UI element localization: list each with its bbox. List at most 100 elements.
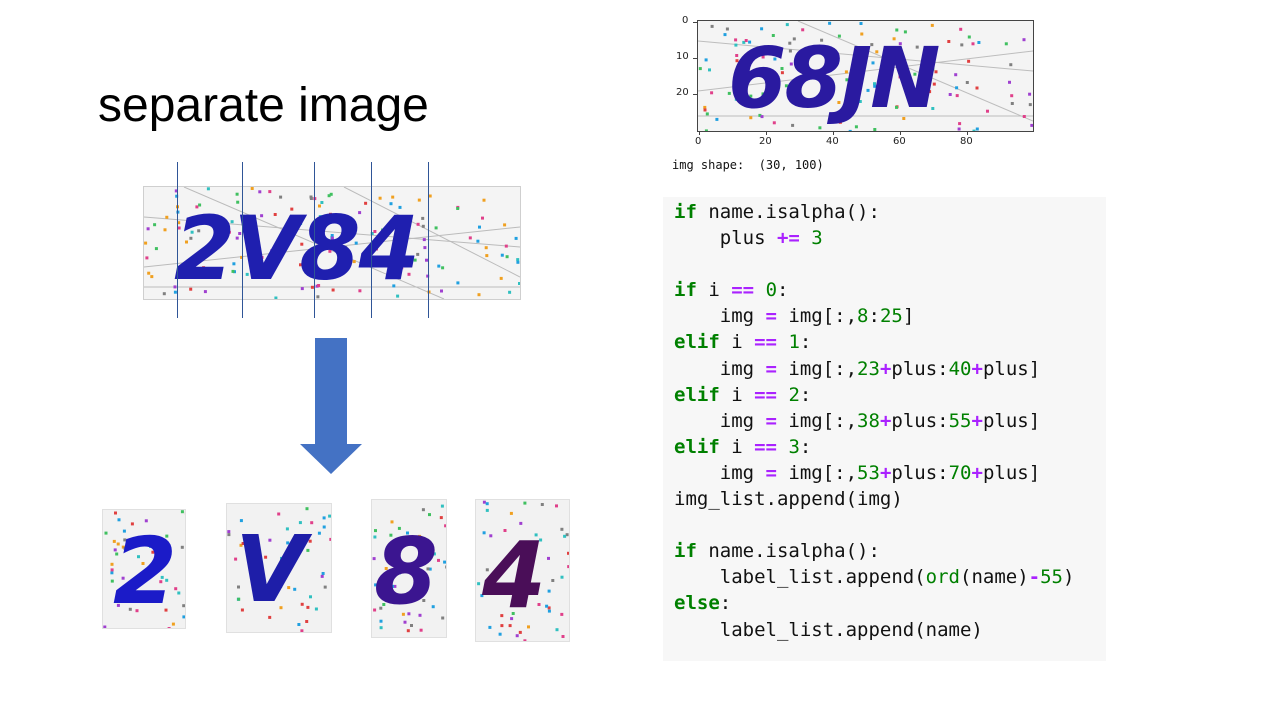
noise-dot (1008, 80, 1011, 84)
code-text: if name.isalpha(): plus += 3 if i == 0: … (674, 199, 1074, 643)
noise-dot (320, 574, 324, 578)
noise-dot (477, 582, 481, 586)
noise-dot (518, 630, 522, 634)
plot-captcha-text: 68JN (728, 29, 940, 127)
noise-dot (114, 511, 117, 515)
noise-dot (972, 129, 976, 131)
noise-dot (567, 565, 569, 569)
noise-dot (986, 109, 989, 113)
separator-line (242, 162, 243, 318)
noise-dot (421, 224, 425, 228)
noise-dot (421, 508, 425, 512)
noise-dot (329, 537, 331, 541)
noise-dot (182, 604, 185, 608)
noise-dot (235, 192, 239, 196)
noise-dot (710, 24, 714, 28)
x-tick-mark (699, 131, 700, 135)
noise-dot (227, 533, 231, 537)
noise-dot (182, 615, 185, 619)
image-plot: 68JN 0 10 20 0 20 40 60 80 (670, 10, 1050, 160)
x-tick-mark (833, 131, 834, 135)
noise-dot (310, 521, 314, 525)
noise-dot (555, 628, 559, 632)
piece-char: 8 (374, 518, 438, 625)
separator-line (314, 162, 315, 318)
noise-dot (145, 256, 149, 260)
noise-dot (485, 502, 489, 506)
code-line: img = img[:,23+plus:40+plus] (674, 357, 1041, 380)
y-tick-mark (693, 58, 697, 59)
noise-dot (484, 246, 488, 250)
noise-dot (555, 504, 558, 508)
noise-dot (428, 194, 432, 198)
noise-dot (162, 292, 166, 296)
code-block: if name.isalpha(): plus += 3 if i == 0: … (663, 197, 1106, 661)
noise-dot (103, 625, 107, 628)
x-tick-label: 40 (826, 136, 839, 147)
noise-dot (560, 527, 564, 531)
x-tick-label: 20 (759, 136, 772, 147)
noise-dot (975, 86, 979, 90)
captcha-image: 2V84 (143, 186, 521, 300)
noise-dot (477, 293, 481, 297)
separator-line (177, 162, 178, 318)
noise-dot (322, 516, 326, 520)
noise-dot (965, 81, 969, 84)
noise-dot (300, 629, 304, 632)
y-tick-label: 20 (676, 87, 689, 98)
noise-dot (437, 264, 441, 268)
x-tick-label: 80 (960, 136, 973, 147)
noise-dot (954, 73, 958, 77)
noise-dot (705, 112, 709, 116)
noise-dot (1004, 42, 1008, 46)
noise-dot (540, 503, 544, 506)
noise-dot (560, 575, 564, 579)
noise-dot (321, 572, 325, 575)
noise-dot (481, 216, 484, 220)
noise-dot (523, 639, 527, 641)
code-line: elif i == 2: (674, 383, 812, 406)
noise-dot (456, 207, 460, 210)
code-line: if name.isalpha(): (674, 201, 880, 223)
noise-dot (104, 531, 108, 535)
noise-dot (146, 227, 150, 231)
noise-dot (165, 215, 169, 219)
noise-dot (167, 627, 171, 628)
noise-dot (967, 59, 971, 63)
noise-dot (478, 225, 481, 229)
noise-dot (1009, 63, 1013, 67)
noise-dot (547, 556, 550, 560)
noise-dot (704, 129, 708, 131)
noise-dot (314, 607, 318, 611)
noise-dot (930, 23, 934, 27)
noise-dot (439, 516, 443, 520)
noise-dot (504, 244, 508, 248)
code-line: if name.isalpha(): (674, 540, 880, 563)
piece-char: 4 (482, 522, 546, 629)
noise-dot (971, 42, 975, 46)
noise-dot (975, 127, 979, 131)
noise-dot (144, 241, 148, 245)
noise-dot (306, 605, 310, 609)
noise-dot (960, 43, 964, 47)
separator-line (428, 162, 429, 318)
noise-dot (545, 604, 549, 608)
noise-dot (154, 247, 158, 251)
slide-title: separate image (98, 79, 429, 132)
x-tick-label: 0 (695, 136, 702, 147)
x-tick-mark (967, 131, 968, 135)
noise-dot (704, 58, 708, 62)
noise-dot (859, 22, 863, 25)
noise-dot (977, 41, 981, 44)
noise-dot (434, 226, 438, 230)
noise-dot (785, 23, 789, 27)
noise-dot (1022, 38, 1026, 42)
code-line: if i == 0: (674, 279, 789, 302)
noise-dot (306, 548, 310, 552)
noise-dot (508, 290, 512, 294)
noise-dot (967, 35, 971, 39)
noise-dot (723, 33, 727, 37)
noise-dot (379, 626, 383, 630)
y-tick-label: 10 (676, 51, 689, 62)
y-tick-mark (693, 94, 697, 95)
